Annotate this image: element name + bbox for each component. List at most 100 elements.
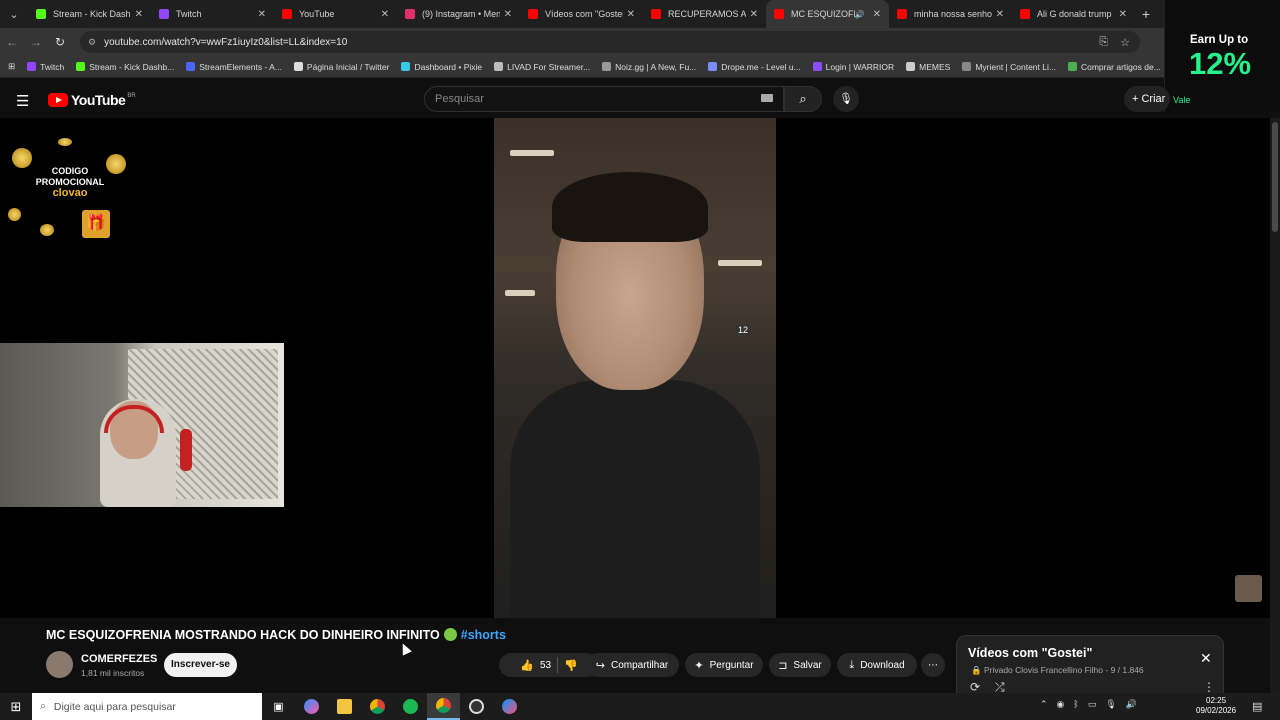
tab-favicon-icon: [528, 9, 538, 19]
voice-search-button[interactable]: 🎙: [833, 86, 859, 112]
more-actions-button[interactable]: ⋯: [921, 653, 945, 677]
tab-close-icon[interactable]: ✕: [258, 9, 266, 20]
browser-tab[interactable]: (9) Instagram • Mensagens ✕: [397, 0, 520, 28]
url-field[interactable]: ⚙ youtube.com/watch?v=wwFz1iuyIz0&list=L…: [80, 31, 1140, 53]
browser-tab[interactable]: Ali G donald trump ✕: [1012, 0, 1135, 28]
tabs: Stream - Kick Dashboard✕Twitch✕YouTube✕(…: [28, 0, 1135, 28]
tab-search-icon[interactable]: ⌄: [0, 0, 28, 28]
new-tab-button[interactable]: +: [1135, 6, 1157, 22]
site-info-icon[interactable]: ⚙: [88, 37, 96, 48]
share-button[interactable]: ↪ Compartilhar: [585, 653, 679, 677]
bookmark-label: Dashboard • Pixie: [414, 61, 483, 72]
bookmark-label: LIVAD For Streamer...: [507, 61, 591, 72]
chrome-active-icon[interactable]: [427, 693, 460, 720]
ask-button[interactable]: ✦ Perguntar: [685, 653, 763, 677]
tab-close-icon[interactable]: ✕: [996, 9, 1004, 20]
system-tray: ⌃ ◉ ᛒ ▭ 🎙 🔊: [1040, 699, 1137, 710]
youtube-logo[interactable]: YouTube BR: [48, 92, 136, 108]
bookmark-item[interactable]: LIVAD For Streamer...: [494, 62, 590, 72]
steam-icon[interactable]: ◉: [1057, 699, 1065, 710]
bookmark-item[interactable]: Myrient | Content Li...: [962, 62, 1056, 72]
bookmark-item[interactable]: StreamElements - A...: [186, 62, 282, 72]
subscribe-button[interactable]: Inscrever-se: [164, 653, 237, 677]
url-text: youtube.com/watch?v=wwFz1iuyIz0&list=LL&…: [104, 36, 348, 48]
playlist-menu-icon[interactable]: ⋮: [1203, 680, 1215, 694]
bookmark-item[interactable]: Noiz.gg | A New, Fu...: [602, 62, 696, 72]
tab-close-icon[interactable]: ✕: [627, 9, 635, 20]
search-input[interactable]: Pesquisar: [424, 86, 784, 112]
install-icon[interactable]: ⎘: [1099, 36, 1108, 49]
bookmark-item[interactable]: Drope.me - Level u...: [708, 62, 801, 72]
ad-banner[interactable]: Earn Up to 12% Vale: [1164, 0, 1280, 112]
bookmark-item[interactable]: Twitch: [27, 62, 64, 72]
forward-icon[interactable]: →: [24, 35, 48, 49]
loop-icon[interactable]: ⟳: [970, 680, 980, 694]
audio-playing-icon[interactable]: 🔊: [855, 10, 865, 19]
dislike-icon[interactable]: 👎: [564, 659, 578, 672]
bookmark-item[interactable]: Página Inicial / Twitter: [293, 61, 390, 72]
notifications-icon[interactable]: ▤: [1252, 700, 1262, 713]
mic-tray-icon[interactable]: 🎙: [1105, 699, 1116, 710]
save-button[interactable]: ⊐ Salvar: [769, 653, 831, 677]
search-button[interactable]: ⌕: [784, 86, 822, 112]
keyboard-icon[interactable]: [761, 94, 773, 102]
tab-close-icon[interactable]: ✕: [135, 9, 143, 20]
close-icon[interactable]: ✕: [1200, 650, 1212, 667]
network-icon[interactable]: ▭: [1088, 699, 1097, 710]
browser-tab[interactable]: Vídeos com "Gostei" ✕: [520, 0, 643, 28]
bookmark-item[interactable]: Login | WARRIOR: [812, 62, 894, 72]
volume-icon[interactable]: 🔊: [1126, 699, 1137, 710]
user-avatar[interactable]: [1235, 575, 1262, 602]
bluetooth-icon[interactable]: ᛒ: [1073, 699, 1078, 710]
scrollbar-thumb[interactable]: [1272, 122, 1278, 232]
copilot-icon[interactable]: [295, 693, 328, 720]
menu-icon[interactable]: ☰: [16, 92, 29, 110]
bookmark-label: Página Inicial / Twitter: [306, 61, 390, 72]
like-icon[interactable]: 👍: [520, 659, 534, 672]
browser-tab[interactable]: Twitch ✕: [151, 0, 274, 28]
chrome-icon[interactable]: [361, 693, 394, 720]
browser-tab[interactable]: MC ESQUIZOFRENIA🔊 ✕: [766, 0, 889, 28]
task-view-icon[interactable]: ▣: [262, 693, 295, 720]
file-explorer-icon[interactable]: [328, 693, 361, 720]
tray-chevron-icon[interactable]: ⌃: [1040, 699, 1048, 710]
browser-tab[interactable]: YouTube ✕: [274, 0, 397, 28]
hashtag-link[interactable]: #shorts: [461, 628, 506, 642]
coin-icon: [12, 148, 32, 168]
ad-line2: 12%: [1189, 46, 1252, 81]
ad-line1: Earn Up to: [1190, 34, 1249, 46]
windows-start-icon[interactable]: ⊞: [0, 699, 32, 715]
ceiling-light: [510, 150, 554, 156]
back-icon[interactable]: ←: [0, 35, 24, 49]
tab-close-icon[interactable]: ✕: [504, 9, 512, 20]
tab-favicon-icon: [774, 9, 784, 19]
bookmark-item[interactable]: Dashboard • Pixie: [401, 62, 482, 72]
download-icon: ⤓: [849, 658, 855, 671]
bookmark-item[interactable]: Comprar artigos de...: [1067, 62, 1161, 72]
tab-close-icon[interactable]: ✕: [873, 9, 881, 20]
playlist-title[interactable]: Vídeos com "Gostei": [968, 646, 1092, 660]
reload-icon[interactable]: ↻: [48, 35, 72, 49]
apps-icon[interactable]: ⊞: [8, 61, 15, 72]
like-count[interactable]: 53: [540, 660, 551, 671]
channel-name[interactable]: COMERFEZES: [81, 653, 157, 665]
tab-title: Ali G donald trump: [1037, 9, 1112, 19]
browser-tab[interactable]: RECUPERAMOS A BO ✕: [643, 0, 766, 28]
tab-close-icon[interactable]: ✕: [1119, 9, 1127, 20]
browser-tab[interactable]: Stream - Kick Dashboard ✕: [28, 0, 151, 28]
channel-avatar[interactable]: [46, 651, 73, 678]
spotify-icon[interactable]: [394, 693, 427, 720]
bookmark-item[interactable]: MEMES: [906, 62, 950, 72]
bookmark-star-icon[interactable]: ☆: [1120, 36, 1130, 49]
ceiling-light: [505, 290, 535, 296]
obs-icon[interactable]: [460, 693, 493, 720]
download-button[interactable]: ⤓ Download: [837, 653, 917, 677]
bookmark-item[interactable]: Stream - Kick Dashb...: [76, 62, 174, 72]
messenger-icon[interactable]: [493, 693, 526, 720]
taskbar-search[interactable]: ⌕ Digite aqui para pesquisar: [32, 693, 262, 720]
browser-tab[interactable]: minha nossa senhora ✕: [889, 0, 1012, 28]
clock[interactable]: 02:25 09/02/2026: [1196, 696, 1236, 716]
create-button[interactable]: + Criar: [1124, 86, 1170, 112]
tab-close-icon[interactable]: ✕: [750, 9, 758, 20]
tab-close-icon[interactable]: ✕: [381, 9, 389, 20]
